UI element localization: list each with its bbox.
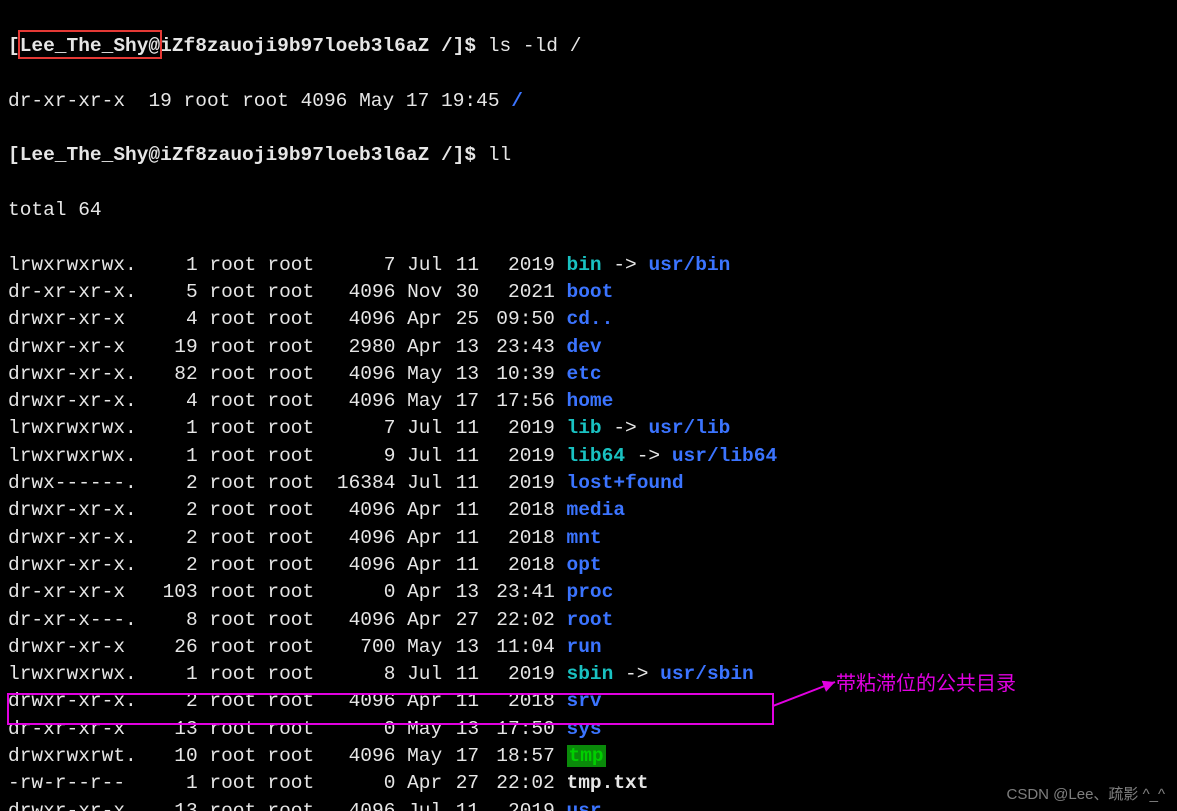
file-name: mnt (567, 527, 602, 549)
list-item: lrwxrwxrwx. 1 rootroot8 Jul11 2019 sbin … (8, 661, 1169, 688)
file-name: opt (567, 554, 602, 576)
symlink-target: usr/lib64 (672, 445, 777, 467)
file-name: sbin (567, 663, 614, 685)
file-name: media (567, 499, 626, 521)
file-name: etc (567, 363, 602, 385)
ll-listing: lrwxrwxrwx. 1 rootroot7 Jul11 2019 bin -… (8, 252, 1169, 811)
file-name: srv (567, 690, 602, 712)
file-name: lib64 (567, 445, 626, 467)
total-line: total 64 (8, 197, 1169, 224)
list-item: drwxrwxrwt. 10 rootroot4096 May17 18:57 … (8, 743, 1169, 770)
file-name: usr (567, 800, 602, 811)
list-item: drwxr-xr-x. 2 rootroot4096 Apr11 2018 me… (8, 497, 1169, 524)
list-item: dr-xr-x---. 8 rootroot4096 Apr27 22:02 r… (8, 607, 1169, 634)
list-item: drwxr-xr-x. 4 rootroot4096 May17 17:56 h… (8, 388, 1169, 415)
list-item: lrwxrwxrwx. 1 rootroot7 Jul11 2019 lib -… (8, 415, 1169, 442)
list-item: drwxr-xr-x. 2 rootroot4096 Apr11 2018 op… (8, 552, 1169, 579)
file-name: cd.. (567, 308, 614, 330)
file-name: sys (567, 718, 602, 740)
file-name: tmp (567, 745, 606, 767)
list-item: drwxr-xr-x. 82 rootroot4096 May13 10:39 … (8, 361, 1169, 388)
prompt-line-2: [Lee_The_Shy@iZf8zauoji9b97loeb3l6aZ /]$… (8, 142, 1169, 169)
list-item: drwx------. 2 rootroot16384 Jul11 2019 l… (8, 470, 1169, 497)
file-name: home (567, 390, 614, 412)
file-name: proc (567, 581, 614, 603)
list-item: -rw-r--r-- 1 rootroot0 Apr27 22:02 tmp.t… (8, 770, 1169, 797)
list-item: drwxr-xr-x. 2 rootroot4096 Apr11 2018 sr… (8, 688, 1169, 715)
file-name: lost+found (567, 472, 684, 494)
file-name: root (567, 609, 614, 631)
list-item: drwxr-xr-x. 2 rootroot4096 Apr11 2018 mn… (8, 525, 1169, 552)
file-name: lib (567, 417, 602, 439)
list-item: dr-xr-xr-x 13 rootroot0 May13 17:50 sys (8, 716, 1169, 743)
file-name: bin (567, 254, 602, 276)
symlink-target: usr/bin (648, 254, 730, 276)
list-item: dr-xr-xr-x 103 rootroot0 Apr13 23:41 pro… (8, 579, 1169, 606)
list-item: drwxr-xr-x 26 rootroot700 May13 11:04 ru… (8, 634, 1169, 661)
list-item: lrwxrwxrwx. 1 rootroot9 Jul11 2019 lib64… (8, 443, 1169, 470)
terminal-output[interactable]: [Lee_The_Shy@iZf8zauoji9b97loeb3l6aZ /]$… (0, 0, 1177, 811)
list-item: drwxr-xr-x 4 rootroot4096 Apr25 09:50 cd… (8, 306, 1169, 333)
symlink-target: usr/sbin (660, 663, 754, 685)
list-item: drwxr-xr-x 19 rootroot2980 Apr13 23:43 d… (8, 334, 1169, 361)
file-name: run (567, 636, 602, 658)
list-item: drwxr-xr-x. 13 rootroot4096 Jul11 2019 u… (8, 798, 1169, 811)
file-name: tmp.txt (567, 772, 649, 794)
list-item: lrwxrwxrwx. 1 rootroot7 Jul11 2019 bin -… (8, 252, 1169, 279)
file-name: boot (567, 281, 614, 303)
lsld-output: dr-xr-xr-x 19 root root 4096 May 17 19:4… (8, 88, 1169, 115)
prompt-line-1: [Lee_The_Shy@iZf8zauoji9b97loeb3l6aZ /]$… (8, 33, 1169, 60)
symlink-target: usr/lib (648, 417, 730, 439)
list-item: dr-xr-xr-x. 5 rootroot4096 Nov30 2021 bo… (8, 279, 1169, 306)
file-name: dev (567, 336, 602, 358)
